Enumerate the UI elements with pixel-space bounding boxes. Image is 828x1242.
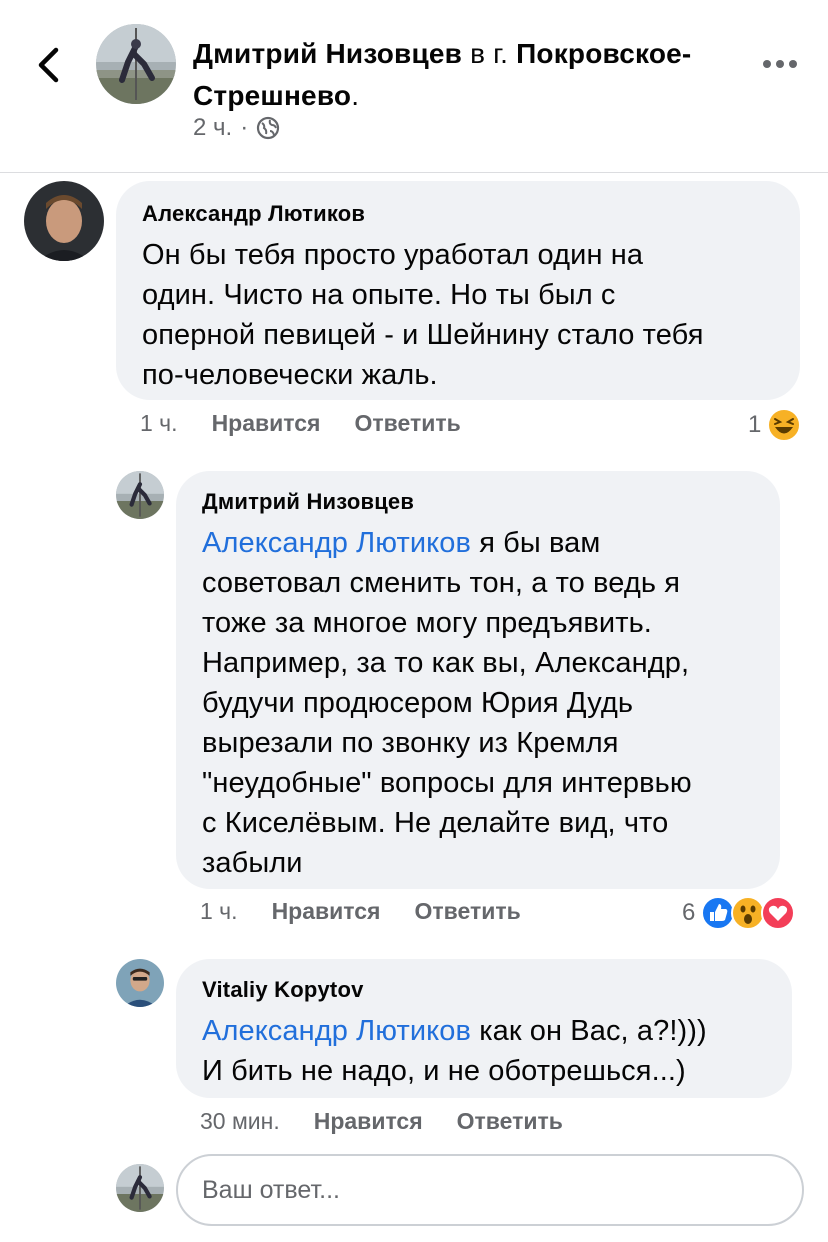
comment-text: советовал сменить тон, а то ведь я тоже … <box>202 567 692 879</box>
like-button[interactable]: Нравится <box>272 898 381 925</box>
location-prefix: в г. <box>470 38 509 69</box>
post-meta: 2 ч. · <box>193 114 280 142</box>
more-horizontal-icon <box>763 60 797 68</box>
reply-button[interactable]: Ответить <box>414 898 520 925</box>
post-title: Дмитрий Низовцев в г. Покровское-Стрешне… <box>193 33 733 117</box>
back-button[interactable] <box>26 38 70 92</box>
commenter-avatar[interactable] <box>116 959 164 1007</box>
location-suffix: . <box>351 80 360 111</box>
comment-actions: 30 мин. Нравится Ответить <box>200 1108 597 1135</box>
more-options-button[interactable] <box>758 48 802 80</box>
comment-bubble: Vitaliy Kopytov Александр Лютиков как он… <box>176 959 792 1098</box>
reaction-count: 6 <box>682 899 696 926</box>
comment-text: И бить не надо, и не оботрешься...) <box>202 1055 686 1087</box>
comment-text-first-line: Александр Лютиков я бы вам <box>202 523 754 563</box>
comment-author[interactable]: Дмитрий Низовцев <box>202 489 754 515</box>
comment-bubble: Дмитрий Низовцев Александр Лютиков я бы … <box>176 471 780 889</box>
current-user-avatar <box>116 1164 164 1212</box>
commenter-avatar[interactable] <box>116 471 164 519</box>
meta-separator: · <box>240 114 249 141</box>
comment-author[interactable]: Vitaliy Kopytov <box>202 977 766 1003</box>
comment-bubble: Александр Лютиков Он бы тебя просто ураб… <box>116 181 800 400</box>
comment-time[interactable]: 30 мин. <box>200 1108 280 1135</box>
post-time[interactable]: 2 ч. <box>193 114 232 142</box>
commenter-avatar[interactable] <box>24 181 104 261</box>
like-reaction-icon <box>701 896 736 930</box>
post-author-name[interactable]: Дмитрий Низовцев <box>193 38 462 69</box>
chevron-left-icon <box>38 47 59 83</box>
comment-text-lead: как он Вас, а?!))) <box>471 1015 707 1047</box>
author-avatar[interactable] <box>96 24 176 104</box>
comment-text: Он бы тебя просто уработал один на один.… <box>142 239 704 391</box>
reaction-summary[interactable]: 6 <box>682 896 796 930</box>
haha-reaction-icon <box>767 408 802 442</box>
reaction-count: 1 <box>748 411 762 438</box>
reply-button[interactable]: Ответить <box>354 410 460 437</box>
wow-reaction-icon <box>731 896 766 930</box>
like-button[interactable]: Нравится <box>212 410 321 437</box>
comment-actions: 1 ч. Нравится Ответить <box>200 898 555 925</box>
reaction-summary[interactable]: 1 <box>748 408 802 442</box>
globe-icon <box>257 116 280 140</box>
love-reaction-icon <box>761 896 796 930</box>
comment-text-lead: я бы вам <box>471 527 601 559</box>
comment-time[interactable]: 1 ч. <box>200 898 238 925</box>
like-button[interactable]: Нравится <box>314 1108 423 1135</box>
post-header: Дмитрий Низовцев в г. Покровское-Стрешне… <box>0 0 828 173</box>
comment-text-first-line: Александр Лютиков как он Вас, а?!))) <box>202 1011 766 1051</box>
mention-link[interactable]: Александр Лютиков <box>202 1015 471 1047</box>
mention-link[interactable]: Александр Лютиков <box>202 527 471 559</box>
comment-actions: 1 ч. Нравится Ответить <box>140 410 495 437</box>
comment-time[interactable]: 1 ч. <box>140 410 178 437</box>
comment-author[interactable]: Александр Лютиков <box>142 201 774 227</box>
reply-button[interactable]: Ответить <box>457 1108 563 1135</box>
reply-input[interactable] <box>176 1154 804 1226</box>
